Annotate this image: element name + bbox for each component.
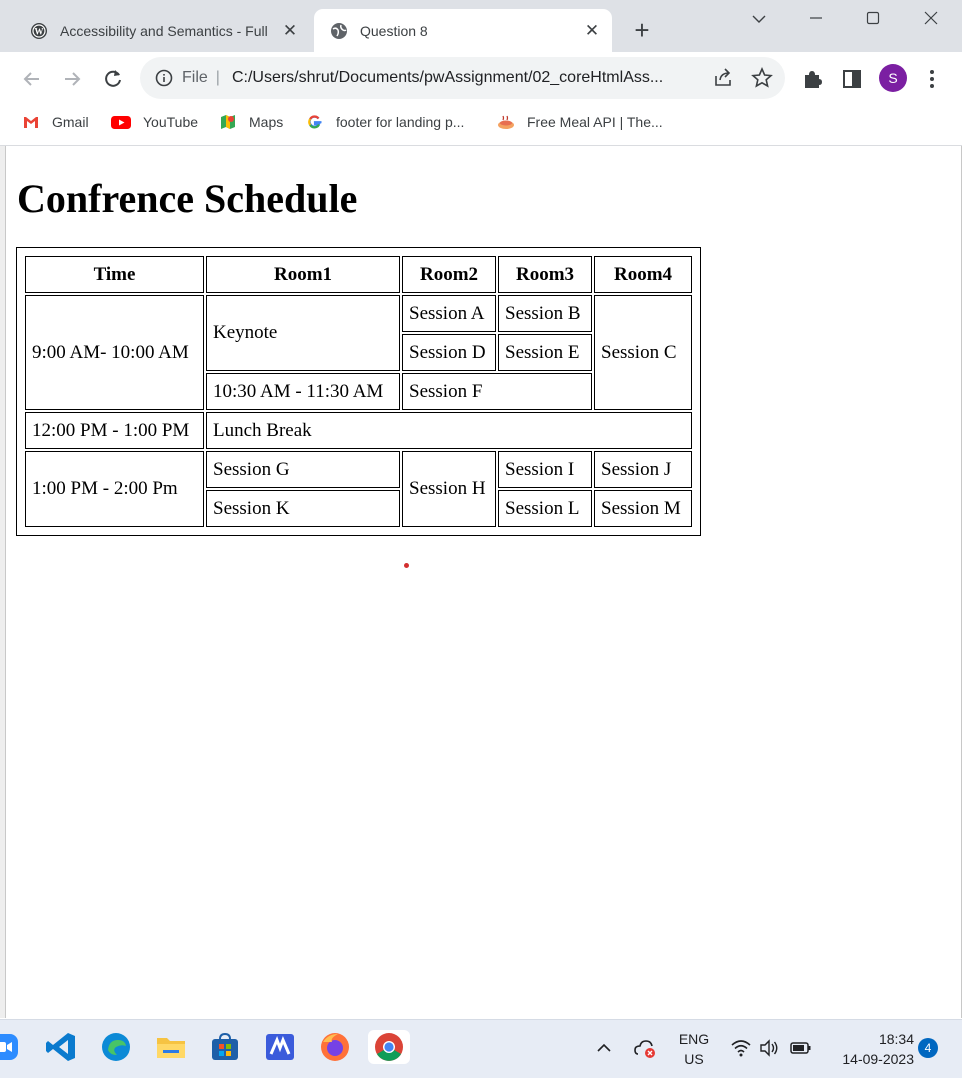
clock-time: 18:34	[878, 1031, 914, 1047]
tab-accessibility[interactable]: W Accessibility and Semantics - Full ✕	[18, 9, 310, 52]
profile-avatar[interactable]: S	[879, 64, 907, 92]
bookmark-gmail[interactable]: Gmail	[22, 112, 89, 132]
tab-title: Accessibility and Semantics - Full	[60, 22, 268, 39]
chrome-icon[interactable]	[368, 1030, 410, 1064]
table-row: 1:00 PM - 2:00 Pm Session G Session H Se…	[25, 451, 692, 527]
header-room2: Room2	[402, 256, 496, 293]
bookmark-label: YouTube	[143, 114, 199, 130]
session-cell: Session C	[594, 295, 692, 410]
menu-icon[interactable]	[920, 67, 944, 91]
session-cell: Session I	[498, 451, 592, 488]
globe-icon	[330, 22, 348, 40]
tab-title: Question 8	[360, 22, 428, 39]
url-scheme: File	[182, 69, 208, 86]
back-icon[interactable]	[19, 66, 45, 92]
time-cell: 10:30 AM - 11:30 AM	[206, 373, 400, 410]
table-header-row: Time Room1 Room2 Room3 Room4	[25, 256, 692, 293]
close-icon[interactable]: ✕	[580, 21, 604, 41]
file-explorer-icon[interactable]	[154, 1030, 188, 1064]
session-cell: Session D	[402, 334, 496, 371]
info-icon[interactable]	[154, 68, 174, 88]
bookmark-label: footer for landing p...	[336, 114, 465, 130]
table-row: 12:00 PM - 1:00 PM Lunch Break	[25, 412, 692, 449]
wifi-icon[interactable]	[730, 1038, 752, 1063]
bookmark-maps[interactable]: Maps	[219, 112, 283, 132]
clock-date: 14-09-2023	[842, 1051, 914, 1067]
tab-question-8[interactable]: Question 8 ✕	[314, 9, 612, 52]
address-bar[interactable]: File | C:/Users/shrut/Documents/pwAssign…	[140, 57, 785, 99]
meal-icon	[497, 113, 515, 131]
new-tab-button[interactable]: +	[628, 17, 656, 45]
session-cell: Session K	[206, 490, 400, 527]
onedrive-error-icon[interactable]	[634, 1038, 658, 1065]
header-room4: Room4	[594, 256, 692, 293]
store-icon[interactable]	[208, 1030, 242, 1064]
session-cell: Session M	[594, 490, 692, 527]
app-icon[interactable]	[263, 1030, 297, 1064]
tab-search-icon[interactable]	[736, 4, 782, 32]
zoom-icon[interactable]	[0, 1030, 20, 1064]
region-label: US	[684, 1051, 704, 1067]
url-separator: |	[215, 69, 220, 86]
edge-icon[interactable]	[99, 1030, 133, 1064]
close-window-icon[interactable]	[908, 4, 954, 32]
browser-toolbar: File | C:/Users/shrut/Documents/pwAssign…	[0, 52, 962, 106]
header-room3: Room3	[498, 256, 592, 293]
session-cell: Session A	[402, 295, 496, 332]
bookmark-star-icon[interactable]	[751, 66, 773, 94]
header-time: Time	[25, 256, 204, 293]
reload-icon[interactable]	[100, 66, 126, 92]
bookmark-label: Gmail	[52, 114, 89, 130]
session-cell: Session F	[402, 373, 592, 410]
show-hidden-icons-icon[interactable]	[594, 1038, 614, 1063]
session-cell: Session B	[498, 295, 592, 332]
cursor-dot	[404, 563, 409, 568]
header-room1: Room1	[206, 256, 400, 293]
notification-badge[interactable]: 4	[918, 1038, 938, 1058]
extensions-icon[interactable]	[800, 67, 824, 91]
time-cell: 1:00 PM - 2:00 Pm	[25, 451, 204, 527]
clock[interactable]: 18:34 14-09-2023	[826, 1029, 914, 1069]
bookmark-youtube[interactable]: YouTube	[111, 112, 198, 132]
battery-icon[interactable]	[789, 1038, 813, 1063]
wordpress-icon: W	[30, 22, 48, 40]
youtube-icon	[111, 113, 131, 131]
bookmarks-bar: Gmail YouTube Maps footer for landing p.…	[0, 106, 962, 146]
gmail-icon	[22, 113, 40, 131]
google-icon	[306, 113, 324, 131]
bookmark-label: Free Meal API | The...	[527, 114, 663, 130]
lunch-cell: Lunch Break	[206, 412, 692, 449]
schedule-table: Time Room1 Room2 Room3 Room4 9:00 AM- 10…	[16, 247, 701, 536]
url-text[interactable]: C:/Users/shrut/Documents/pwAssignment/02…	[232, 69, 700, 87]
bookmark-label: Maps	[249, 114, 284, 130]
vscode-icon[interactable]	[44, 1030, 78, 1064]
forward-icon[interactable]	[59, 66, 85, 92]
time-cell: 9:00 AM- 10:00 AM	[25, 295, 204, 410]
session-cell: Session J	[594, 451, 692, 488]
session-cell: Session G	[206, 451, 400, 488]
language-label: ENG	[678, 1031, 710, 1047]
bookmark-meal-api[interactable]: Free Meal API | The...	[497, 112, 663, 132]
keynote-cell: Keynote	[206, 295, 400, 371]
volume-icon[interactable]	[758, 1038, 780, 1063]
svg-text:W: W	[35, 26, 44, 36]
taskbar: ENG US 18:34 14-09-2023 4	[0, 1019, 962, 1078]
bookmark-footer[interactable]: footer for landing p...	[306, 112, 464, 132]
tab-strip: W Accessibility and Semantics - Full ✕ Q…	[0, 0, 962, 52]
language-indicator[interactable]: ENG US	[676, 1029, 712, 1069]
table-row: 9:00 AM- 10:00 AM Keynote Session A Sess…	[25, 295, 692, 410]
share-icon[interactable]	[712, 67, 734, 94]
time-cell: 12:00 PM - 1:00 PM	[25, 412, 204, 449]
minimize-icon[interactable]	[793, 4, 839, 32]
side-panel-icon[interactable]	[840, 67, 864, 91]
maximize-icon[interactable]	[850, 4, 896, 32]
page-title: Confrence Schedule	[17, 176, 358, 221]
page-viewport: Confrence Schedule Time Room1 Room2 Room…	[5, 146, 962, 1018]
maps-icon	[219, 113, 237, 131]
close-icon[interactable]: ✕	[278, 21, 302, 41]
session-cell: Session H	[402, 451, 496, 527]
firefox-icon[interactable]	[318, 1030, 352, 1064]
session-cell: Session L	[498, 490, 592, 527]
session-cell: Session E	[498, 334, 592, 371]
